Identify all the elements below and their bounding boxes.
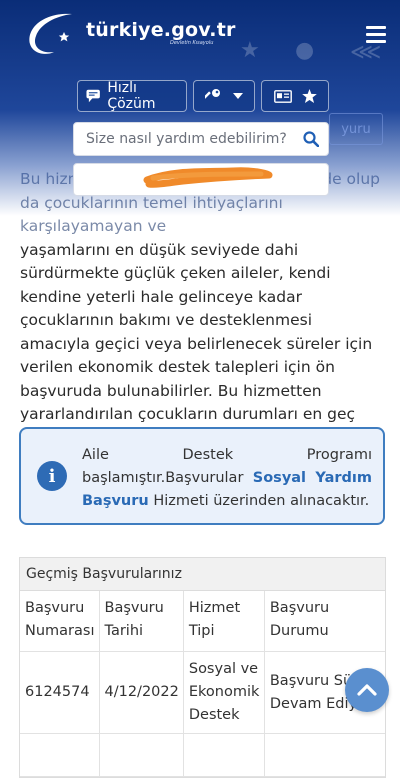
notice-text: Aile Destek Programı başlamıştır.Başvuru… [82, 444, 372, 513]
application-number: 6124574 [20, 651, 100, 734]
notice-line-2: başlamıştır.Başvurular Sosyal Yardım [82, 467, 372, 490]
info-notice: i Aile Destek Programı başlamıştır.Başvu… [19, 427, 385, 525]
id-card-icon [273, 89, 292, 103]
notice-word: başlamıştır.Başvurular [82, 470, 244, 486]
scroll-to-top-button[interactable] [345, 668, 389, 712]
quick-solution-label: Hızlı Çözüm [107, 80, 156, 112]
history-grid: Başvuru Numarası Başvuru Tarihi Hizmet T… [20, 591, 385, 777]
crescent-star-logo-icon[interactable] [24, 8, 94, 58]
table-row[interactable]: 6124574 4/12/2022 Sosyal ve Ekonomik Des… [20, 651, 385, 734]
intro-faded-end: de olup [322, 170, 380, 188]
history-header-row: Başvuru Numarası Başvuru Tarihi Hizmet T… [20, 591, 385, 652]
application-date: 4/12/2022 [99, 651, 184, 734]
notice-line-1: Aile Destek Programı [82, 444, 372, 467]
login-dropdown-button[interactable] [193, 80, 255, 112]
chat-icon [86, 89, 100, 103]
site-title[interactable]: türkiye.gov.tr [86, 19, 236, 41]
notice-word: Programı [306, 447, 372, 463]
history-title: Geçmiş Başvurularınız [20, 558, 385, 591]
social-aid-link-part[interactable]: Sosyal [253, 467, 306, 490]
intro-faded-line-2: da çocuklarının temel ihtiyaçlarını karş… [20, 193, 283, 236]
notice-word: Aile [82, 447, 109, 463]
notice-line-3: Başvuru Hizmeti üzerinden alınacaktır. [82, 490, 372, 513]
table-row[interactable] [20, 733, 385, 777]
search-icon[interactable] [303, 131, 319, 147]
site-tagline: Devletin Kısayolu [170, 40, 214, 46]
application-history-table: Geçmiş Başvurularınız Başvuru Numarası B… [19, 557, 386, 778]
quick-solution-button[interactable]: Hızlı Çözüm [77, 80, 187, 112]
notice-tail: Hizmeti üzerinden alınacaktır. [153, 493, 370, 509]
arrow-up-icon [357, 684, 377, 696]
social-aid-link-part[interactable]: Başvuru [82, 493, 149, 509]
column-header: Başvuru Numarası [20, 591, 100, 652]
column-header: Başvuru Tarihi [99, 591, 184, 652]
menu-icon[interactable] [366, 26, 386, 44]
service-type: Sosyal ve Ekonomik Destek [183, 651, 265, 734]
chevron-down-icon [233, 93, 243, 99]
info-icon: i [37, 461, 67, 491]
search-box[interactable] [73, 122, 329, 156]
star-icon: ★ [240, 38, 260, 63]
key-icon [205, 89, 220, 99]
identity-favorites-button[interactable] [261, 80, 329, 112]
star-icon [301, 89, 317, 103]
column-header: Başvuru Durumu [264, 591, 385, 652]
search-input[interactable] [84, 130, 298, 148]
chat-icon: ● [295, 38, 315, 63]
top-bar: türkiye.gov.tr Devletin Kısayolu ★ ● ⋘ [0, 0, 400, 80]
notice-word: Destek [182, 447, 234, 463]
social-aid-link-part[interactable]: Yardım [315, 467, 372, 490]
column-header: Hizmet Tipi [183, 591, 265, 652]
redaction-scribble [143, 167, 273, 188]
background-button: yuru [329, 113, 383, 145]
